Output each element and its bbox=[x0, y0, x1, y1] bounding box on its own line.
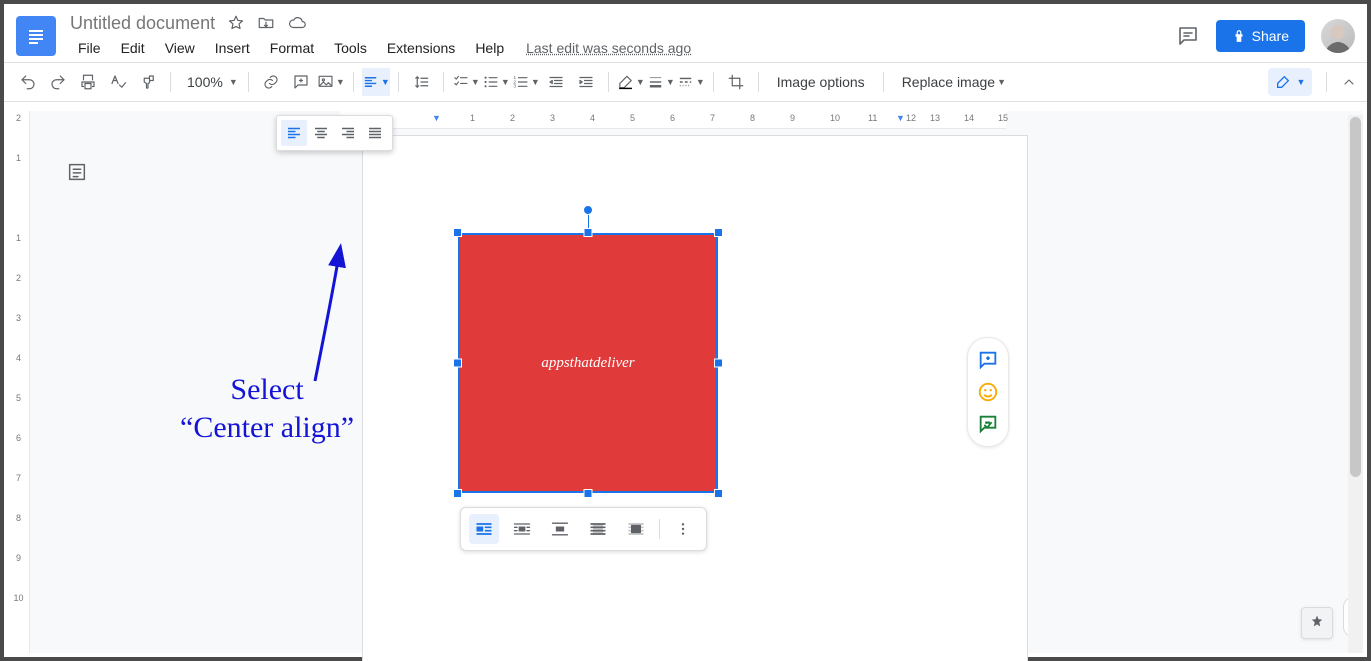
resize-handle-ml[interactable] bbox=[453, 359, 462, 368]
vertical-ruler[interactable]: 2 1 1 2 3 4 5 6 7 8 9 10 bbox=[8, 111, 30, 653]
crop-image-button[interactable] bbox=[722, 68, 750, 96]
align-button[interactable]: ▼ bbox=[362, 68, 390, 96]
resize-handle-mr[interactable] bbox=[714, 359, 723, 368]
share-label: Share bbox=[1252, 28, 1289, 44]
align-left-option[interactable] bbox=[281, 120, 307, 146]
image-layout-toolbar bbox=[460, 507, 707, 551]
image-body[interactable]: appsthatdeliver bbox=[458, 233, 718, 493]
docs-logo[interactable] bbox=[16, 16, 56, 56]
resize-handle-bm[interactable] bbox=[584, 489, 593, 498]
horizontal-ruler[interactable]: ▼ 1 2 3 4 5 6 7 8 9 10 11 12 ▼ 13 14 15 bbox=[340, 111, 1006, 129]
last-edit-link[interactable]: Last edit was seconds ago bbox=[526, 40, 691, 56]
paint-format-button[interactable] bbox=[134, 68, 162, 96]
menu-edit[interactable]: Edit bbox=[113, 36, 153, 60]
checklist-button[interactable]: ▼ bbox=[452, 68, 480, 96]
move-icon[interactable] bbox=[257, 14, 275, 32]
document-area: ▼ 1 2 3 4 5 6 7 8 9 10 11 12 ▼ 13 14 15 bbox=[30, 111, 1363, 653]
in-front-of-text-button[interactable] bbox=[621, 514, 651, 544]
border-weight-button[interactable]: ▼ bbox=[647, 68, 675, 96]
menu-format[interactable]: Format bbox=[262, 36, 322, 60]
menu-extensions[interactable]: Extensions bbox=[379, 36, 463, 60]
hide-menus-button[interactable] bbox=[1341, 74, 1357, 90]
insert-link-button[interactable] bbox=[257, 68, 285, 96]
explore-button[interactable] bbox=[1301, 607, 1333, 639]
image-more-options-button[interactable] bbox=[668, 514, 698, 544]
zoom-select[interactable]: 100%▼ bbox=[179, 74, 240, 90]
workspace: 2 1 1 2 3 4 5 6 7 8 9 10 ▼ 1 2 3 4 5 6 7… bbox=[8, 111, 1363, 653]
editing-mode-button[interactable]: ▼ bbox=[1268, 68, 1312, 96]
menu-bar: File Edit View Insert Format Tools Exten… bbox=[70, 36, 1176, 60]
break-text-button[interactable] bbox=[545, 514, 575, 544]
align-dropdown-panel bbox=[276, 115, 393, 151]
rotation-handle[interactable] bbox=[583, 205, 593, 215]
comments-history-icon[interactable] bbox=[1176, 24, 1200, 48]
undo-button[interactable] bbox=[14, 68, 42, 96]
side-actions-panel bbox=[967, 337, 1009, 447]
resize-handle-bl[interactable] bbox=[453, 489, 462, 498]
suggest-edits-button[interactable] bbox=[974, 410, 1002, 438]
increase-indent-button[interactable] bbox=[572, 68, 600, 96]
menu-tools[interactable]: Tools bbox=[326, 36, 375, 60]
spellcheck-button[interactable] bbox=[104, 68, 132, 96]
align-right-option[interactable] bbox=[335, 120, 361, 146]
redo-button[interactable] bbox=[44, 68, 72, 96]
account-avatar[interactable] bbox=[1321, 19, 1355, 53]
app-header: Untitled document File Edit View Insert … bbox=[4, 4, 1367, 62]
add-comment-button[interactable] bbox=[974, 346, 1002, 374]
toolbar: 100%▼ ▼ ▼ ▼ ▼ 123▼ ▼ ▼ ▼ Image options R… bbox=[4, 62, 1367, 102]
resize-handle-tl[interactable] bbox=[453, 228, 462, 237]
resize-handle-tm[interactable] bbox=[584, 228, 593, 237]
behind-text-button[interactable] bbox=[583, 514, 613, 544]
menu-help[interactable]: Help bbox=[467, 36, 512, 60]
align-center-option[interactable] bbox=[308, 120, 334, 146]
inline-layout-button[interactable] bbox=[469, 514, 499, 544]
replace-image-button[interactable]: Replace image▼ bbox=[892, 68, 1016, 96]
insert-image-button[interactable]: ▼ bbox=[317, 68, 345, 96]
selected-image[interactable]: appsthatdeliver bbox=[458, 233, 718, 493]
numbered-list-button[interactable]: 123▼ bbox=[512, 68, 540, 96]
share-button[interactable]: Share bbox=[1216, 20, 1305, 52]
scrollbar-thumb[interactable] bbox=[1350, 117, 1361, 477]
cloud-status-icon[interactable] bbox=[287, 14, 307, 32]
document-outline-icon[interactable] bbox=[66, 161, 88, 183]
resize-handle-tr[interactable] bbox=[714, 228, 723, 237]
align-justify-option[interactable] bbox=[362, 120, 388, 146]
vertical-scrollbar[interactable] bbox=[1348, 115, 1363, 653]
annotation-text: Select “Center align” bbox=[180, 371, 354, 446]
print-button[interactable] bbox=[74, 68, 102, 96]
border-color-button[interactable]: ▼ bbox=[617, 68, 645, 96]
image-caption: appsthatdeliver bbox=[541, 355, 634, 372]
insert-comment-button[interactable] bbox=[287, 68, 315, 96]
add-emoji-button[interactable] bbox=[974, 378, 1002, 406]
bulleted-list-button[interactable]: ▼ bbox=[482, 68, 510, 96]
border-dash-button[interactable]: ▼ bbox=[677, 68, 705, 96]
svg-text:3: 3 bbox=[513, 84, 516, 90]
line-spacing-button[interactable] bbox=[407, 68, 435, 96]
wrap-text-button[interactable] bbox=[507, 514, 537, 544]
menu-view[interactable]: View bbox=[157, 36, 203, 60]
image-options-button[interactable]: Image options bbox=[767, 68, 875, 96]
menu-file[interactable]: File bbox=[70, 36, 109, 60]
menu-insert[interactable]: Insert bbox=[207, 36, 258, 60]
decrease-indent-button[interactable] bbox=[542, 68, 570, 96]
resize-handle-br[interactable] bbox=[714, 489, 723, 498]
document-title[interactable]: Untitled document bbox=[70, 13, 215, 34]
star-icon[interactable] bbox=[227, 14, 245, 32]
